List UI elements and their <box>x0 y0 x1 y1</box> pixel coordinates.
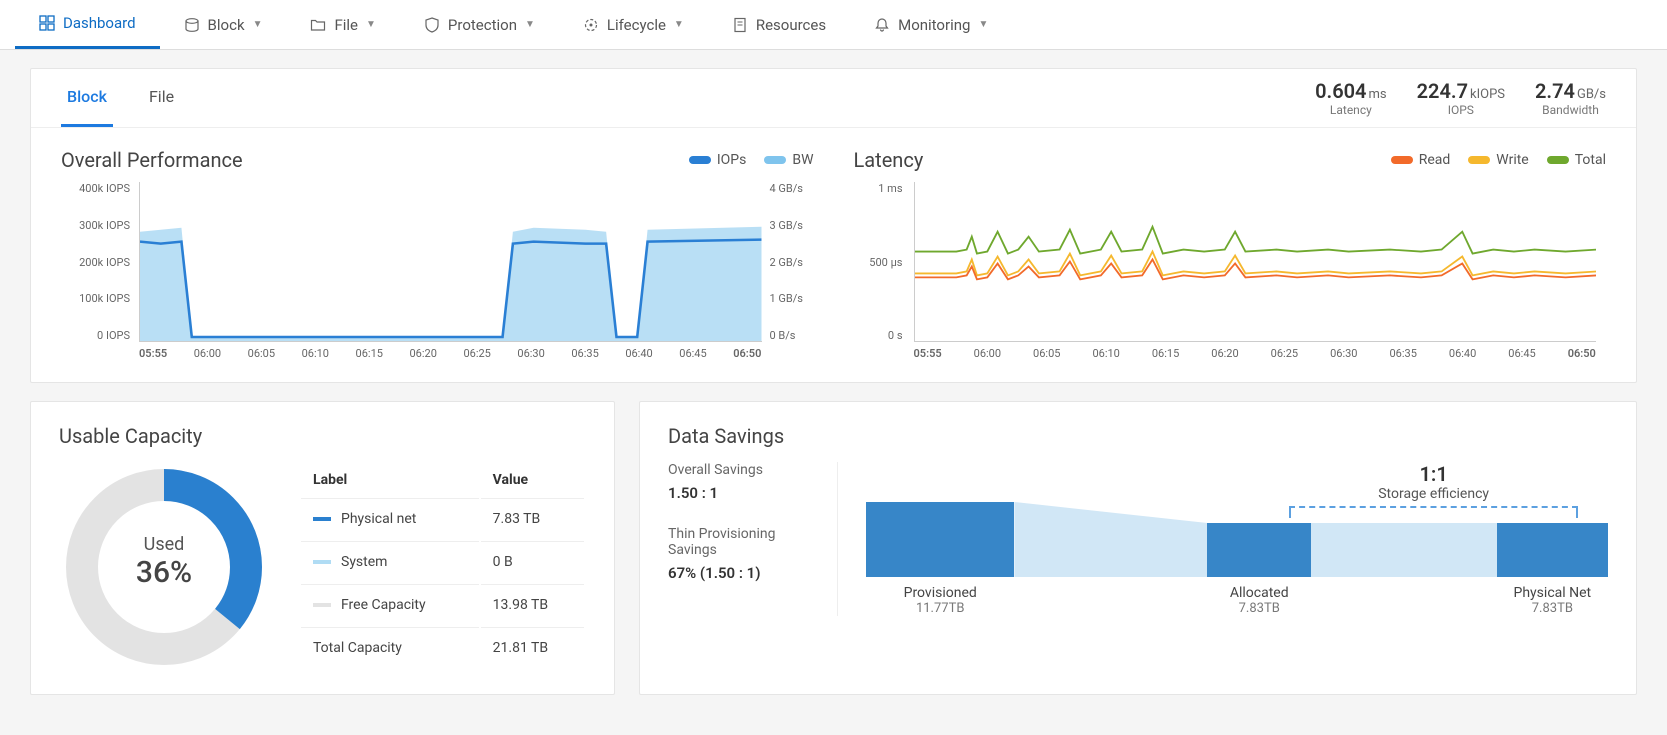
metric-latency: 0.604ms Latency <box>1315 79 1387 117</box>
efficiency-ratio: 1:1 <box>1289 462 1578 486</box>
table-row: Total Capacity21.81 TB <box>301 627 584 668</box>
x-axis: 05:5506:0006:0506:1006:1506:2006:2506:30… <box>914 347 1597 372</box>
section-title: Data Savings <box>668 424 1608 448</box>
section-title: Usable Capacity <box>59 424 586 448</box>
subtabs: Block File <box>61 69 180 127</box>
y-axis: 1 ms500 µs0 s <box>854 182 909 342</box>
y-axis-left: 400k IOPS300k IOPS200k IOPS100k IOPS0 IO… <box>61 182 136 342</box>
y-axis-right: 4 GB/s3 GB/s2 GB/s1 GB/s0 B/s <box>764 182 814 342</box>
table-row: Physical net7.83 TB <box>301 498 584 539</box>
metric-iops: 224.7kIOPS IOPS <box>1417 79 1505 117</box>
latency-chart: Latency Read Write Total 1 ms500 µs0 s <box>854 148 1607 372</box>
legend-iops[interactable]: IOPs <box>689 152 747 168</box>
chart-title: Overall Performance <box>61 148 243 172</box>
disk-icon <box>184 17 200 33</box>
top-nav: Dashboard Block ▼ File ▼ Protection ▼ Li… <box>0 0 1667 50</box>
overall-savings: Overall Savings 1.50 : 1 <box>668 462 819 502</box>
overall-performance-chart: Overall Performance IOPs BW 400k IOPS300… <box>61 148 814 372</box>
dashboard-icon <box>39 15 55 31</box>
nav-label: Dashboard <box>63 14 136 32</box>
used-label: Used <box>59 534 269 555</box>
legend-bw[interactable]: BW <box>764 152 813 168</box>
nav-label: Block <box>208 16 245 34</box>
capacity-table: Label Value Physical net7.83 TB System0 … <box>299 462 586 670</box>
nav-lifecycle[interactable]: Lifecycle ▼ <box>559 0 708 49</box>
table-row: System0 B <box>301 541 584 582</box>
legend-read[interactable]: Read <box>1391 152 1451 168</box>
nav-resources[interactable]: Resources <box>708 0 850 49</box>
table-row: Free Capacity13.98 TB <box>301 584 584 625</box>
bell-icon <box>874 17 890 33</box>
chevron-down-icon: ▼ <box>525 19 535 30</box>
nav-label: Monitoring <box>898 16 970 34</box>
chevron-down-icon: ▼ <box>674 19 684 30</box>
performance-panel: Block File 0.604ms Latency 224.7kIOPS IO… <box>30 68 1637 383</box>
lifecycle-icon <box>583 17 599 33</box>
nav-label: Protection <box>448 16 517 34</box>
chevron-down-icon: ▼ <box>978 19 988 30</box>
nav-block[interactable]: Block ▼ <box>160 0 287 49</box>
x-axis: 05:5506:0006:0506:1006:1506:2006:2506:30… <box>139 347 762 372</box>
used-pct: 36% <box>59 555 269 590</box>
savings-panel: Data Savings Overall Savings 1.50 : 1 Th… <box>639 401 1637 695</box>
nav-file[interactable]: File ▼ <box>286 0 399 49</box>
chart-title: Latency <box>854 148 924 172</box>
perf-plot <box>139 182 762 342</box>
tab-block[interactable]: Block <box>61 69 113 127</box>
shield-icon <box>424 17 440 33</box>
nav-label: Lifecycle <box>607 16 666 34</box>
resources-icon <box>732 17 748 33</box>
chevron-down-icon: ▼ <box>366 19 376 30</box>
tab-file[interactable]: File <box>143 69 180 127</box>
legend-total[interactable]: Total <box>1547 152 1606 168</box>
thin-savings: Thin Provisioning Savings 67% (1.50 : 1) <box>668 526 819 582</box>
summary-metrics: 0.604ms Latency 224.7kIOPS IOPS 2.74GB/s… <box>1315 79 1606 117</box>
nav-protection[interactable]: Protection ▼ <box>400 0 559 49</box>
metric-bandwidth: 2.74GB/s Bandwidth <box>1535 79 1606 117</box>
legend-write[interactable]: Write <box>1468 152 1528 168</box>
latency-plot <box>914 182 1597 342</box>
capacity-donut: Used 36% <box>59 462 269 672</box>
chevron-down-icon: ▼ <box>253 19 263 30</box>
nav-dashboard[interactable]: Dashboard <box>15 0 160 49</box>
folder-icon <box>310 17 326 33</box>
nav-label: Resources <box>756 16 826 34</box>
savings-chart: 1:1 Storage efficiency Provisioned <box>866 462 1608 616</box>
efficiency-label: Storage efficiency <box>1289 486 1578 502</box>
nav-monitoring[interactable]: Monitoring ▼ <box>850 0 1012 49</box>
nav-label: File <box>334 16 358 34</box>
capacity-panel: Usable Capacity Used 36% Label Value <box>30 401 615 695</box>
